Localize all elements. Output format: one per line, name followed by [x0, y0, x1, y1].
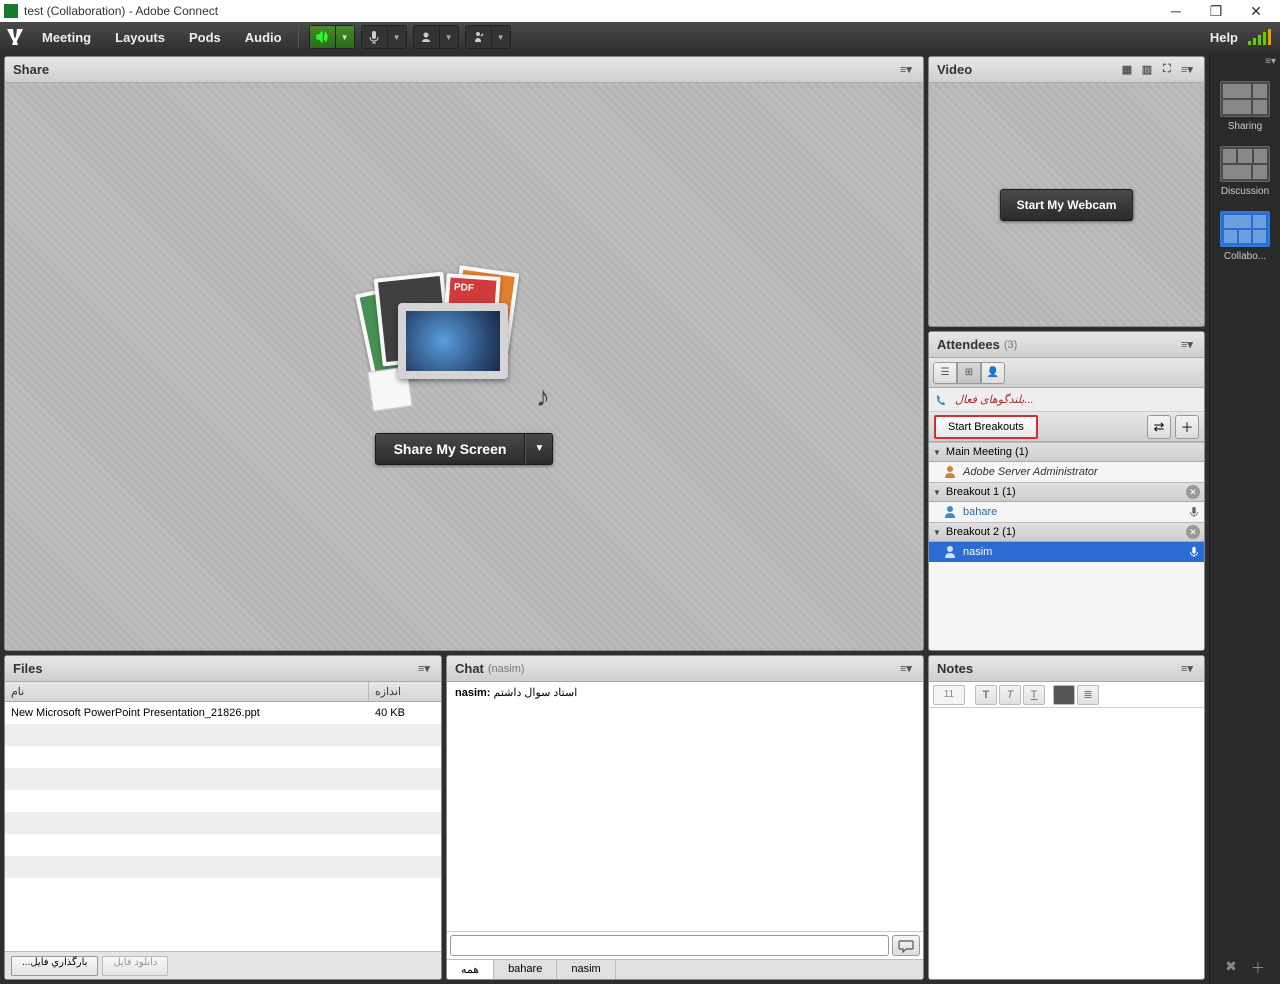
share-screen-button[interactable]: Share My Screen	[375, 433, 526, 465]
notes-bold-button[interactable]: T	[975, 685, 997, 705]
attendee-admin[interactable]: Adobe Server Administrator	[929, 462, 1204, 482]
files-col-size[interactable]: اندازه	[369, 682, 441, 701]
menu-help[interactable]: Help	[1200, 30, 1248, 45]
chat-tab-nasim[interactable]: nasim	[557, 960, 615, 979]
video-pod-options[interactable]: ≡▾	[1178, 61, 1196, 79]
upload-file-button[interactable]: ...بارگذاري فايل	[11, 956, 98, 976]
layouts-add-icon[interactable]: ＋	[1251, 958, 1265, 978]
attendees-count: (3)	[1004, 339, 1017, 351]
layouts-sidebar-menu[interactable]: ≡▾	[1265, 56, 1276, 67]
file-row[interactable]: New Microsoft PowerPoint Presentation_21…	[5, 702, 441, 724]
remove-breakout-2[interactable]: ✕	[1186, 525, 1200, 539]
start-breakouts-button[interactable]: Start Breakouts	[934, 415, 1038, 439]
active-speakers-row: بلندگوهای فعال...	[929, 388, 1204, 412]
notes-textarea[interactable]	[929, 708, 1204, 979]
close-button[interactable]: ✕	[1236, 3, 1276, 20]
participant-icon	[943, 545, 957, 559]
chat-pod-subtitle: (nasim)	[488, 663, 525, 675]
chat-pod-options[interactable]: ≡▾	[897, 660, 915, 678]
remove-breakout-1[interactable]: ✕	[1186, 485, 1200, 499]
participant-icon	[943, 505, 957, 519]
notes-italic-button[interactable]: T	[999, 685, 1021, 705]
chat-send-button[interactable]	[892, 935, 920, 956]
microphone-dropdown[interactable]: ▼	[388, 26, 406, 48]
notes-underline-button[interactable]: T	[1023, 685, 1045, 705]
share-pod-options[interactable]: ≡▾	[897, 61, 915, 79]
video-pod-title: Video	[937, 62, 972, 77]
layout-discussion[interactable]: Discussion	[1218, 146, 1272, 197]
attendees-view-breakout[interactable]: ⊞	[957, 362, 981, 384]
webcam-button[interactable]	[414, 26, 440, 48]
chat-pod-title: Chat	[455, 661, 484, 676]
notes-fontsize-select[interactable]: 11	[933, 685, 965, 705]
start-webcam-button[interactable]: Start My Webcam	[1000, 189, 1134, 221]
menu-audio[interactable]: Audio	[233, 30, 294, 45]
attendees-view-status[interactable]: 👤	[981, 362, 1005, 384]
files-col-name[interactable]: نام	[5, 682, 369, 701]
group-breakout-2[interactable]: ▼Breakout 2 (1) ✕	[929, 522, 1204, 542]
minimize-button[interactable]: ─	[1156, 3, 1196, 19]
attendees-view-list[interactable]: ☰	[933, 362, 957, 384]
files-pod: Files ≡▾ نام اندازه New Microsoft PowerP…	[4, 655, 442, 980]
chat-messages: nasim: استاد سوال داشتم	[447, 682, 923, 931]
video-pod: Video ▦ ▥ ⛶ ≡▾ Start My Webcam	[928, 56, 1205, 327]
notes-pod-title: Notes	[937, 661, 973, 676]
phone-icon	[935, 393, 949, 407]
attendee-bahare[interactable]: bahare	[929, 502, 1204, 522]
speaker-button[interactable]	[310, 26, 336, 48]
video-grid-view[interactable]: ▦	[1118, 61, 1136, 79]
raise-hand-button[interactable]	[466, 26, 492, 48]
maximize-button[interactable]: ❐	[1196, 3, 1236, 20]
chat-tab-all[interactable]: همه	[447, 960, 494, 979]
attendee-nasim[interactable]: nasim	[929, 542, 1204, 562]
microphone-button[interactable]	[362, 26, 388, 48]
raise-hand-dropdown[interactable]: ▼	[492, 26, 510, 48]
layout-sharing[interactable]: Sharing	[1218, 81, 1272, 132]
menu-pods[interactable]: Pods	[177, 30, 233, 45]
connection-signal-icon	[1248, 29, 1272, 45]
menu-meeting[interactable]: Meeting	[30, 30, 103, 45]
speaker-dropdown[interactable]: ▼	[336, 26, 354, 48]
app-icon	[4, 4, 18, 18]
layout-collaboration[interactable]: Collabo...	[1218, 211, 1272, 262]
layouts-sidebar: ≡▾ Sharing Discussion Collabo... ✖ ＋	[1209, 52, 1280, 984]
share-content-icon: ♪	[364, 269, 564, 419]
share-screen-dropdown[interactable]: ▼	[525, 433, 553, 465]
group-breakout-1[interactable]: ▼Breakout 1 (1) ✕	[929, 482, 1204, 502]
files-pod-options[interactable]: ≡▾	[415, 660, 433, 678]
attendees-pod-title: Attendees	[937, 337, 1000, 352]
webcam-dropdown[interactable]: ▼	[440, 26, 458, 48]
video-filmstrip-view[interactable]: ▥	[1138, 61, 1156, 79]
menubar: Meeting Layouts Pods Audio ▼ ▼ ▼	[0, 22, 1280, 52]
attendees-pod: Attendees (3) ≡▾ ☰ ⊞ 👤	[928, 331, 1205, 651]
mic-icon	[1188, 546, 1200, 558]
notes-pod-options[interactable]: ≡▾	[1178, 660, 1196, 678]
mic-icon	[1188, 506, 1200, 518]
attendees-pod-options[interactable]: ≡▾	[1178, 336, 1196, 354]
rotate-breakouts-button[interactable]: ⇄	[1147, 415, 1171, 439]
layouts-lock-icon[interactable]: ✖	[1225, 958, 1237, 978]
notes-pod: Notes ≡▾ 11 T T T ≣	[928, 655, 1205, 980]
host-icon	[943, 465, 957, 479]
chat-pod: Chat (nasim) ≡▾ nasim: استاد سوال داشتم	[446, 655, 924, 980]
window-title: test (Collaboration) - Adobe Connect	[24, 4, 218, 18]
notes-bullets-button[interactable]: ≣	[1077, 685, 1099, 705]
files-pod-title: Files	[13, 661, 43, 676]
adobe-logo	[0, 22, 30, 52]
chat-input[interactable]	[450, 935, 889, 956]
notes-color-button[interactable]	[1053, 685, 1075, 705]
add-breakout-button[interactable]: ＋	[1175, 415, 1199, 439]
video-fullscreen[interactable]: ⛶	[1158, 61, 1176, 79]
share-pod: Share ≡▾	[4, 56, 924, 651]
share-pod-title: Share	[13, 62, 49, 77]
window-titlebar: test (Collaboration) - Adobe Connect ─ ❐…	[0, 0, 1280, 22]
menu-layouts[interactable]: Layouts	[103, 30, 177, 45]
group-main-meeting[interactable]: ▼Main Meeting (1)	[929, 442, 1204, 462]
chat-tab-bahare[interactable]: bahare	[494, 960, 557, 979]
download-file-button[interactable]: دانلود فايل	[102, 956, 168, 976]
files-list: New Microsoft PowerPoint Presentation_21…	[5, 702, 441, 951]
